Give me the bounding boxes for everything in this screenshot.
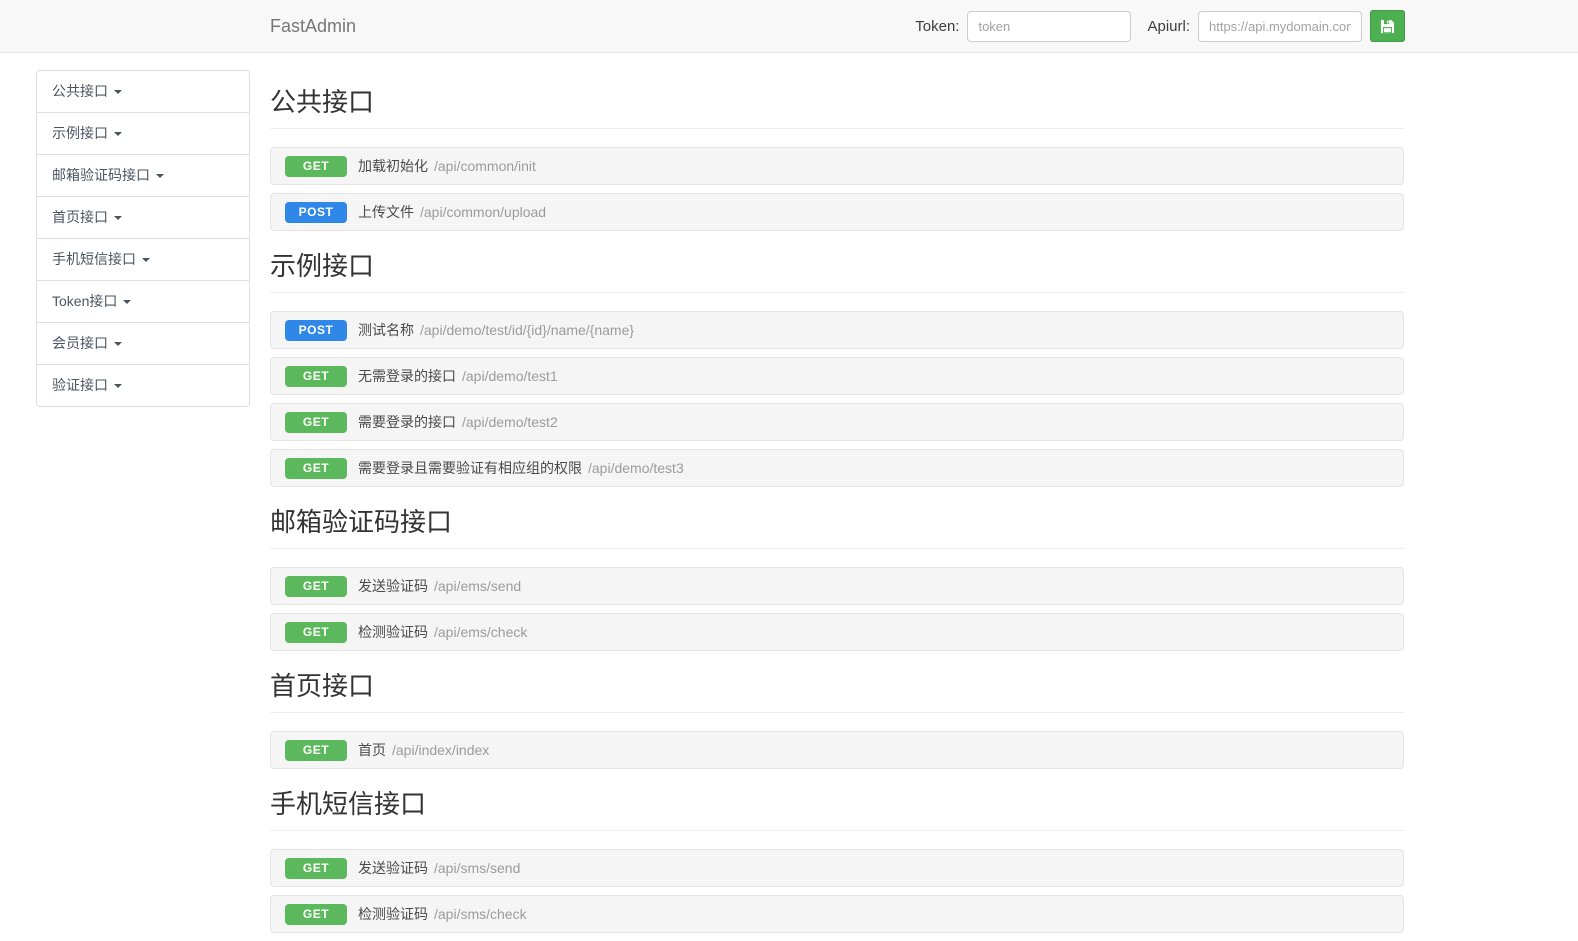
method-badge: GET — [285, 904, 347, 925]
api-name: 首页 — [358, 740, 386, 760]
api-row[interactable]: GET 无需登录的接口 /api/demo/test1 — [270, 357, 1404, 395]
navbar-controls: Token: Apiurl: — [915, 10, 1405, 42]
api-name: 需要登录的接口 — [358, 412, 456, 432]
api-list: GET 首页 /api/index/index — [270, 731, 1404, 769]
apiurl-label: Apiurl: — [1147, 18, 1190, 35]
sidebar-menu: 公共接口 示例接口 邮箱验证码接口 首页接口 手机短信接口 Token接口 会员… — [36, 70, 250, 407]
api-path: /api/index/index — [392, 742, 489, 758]
section-title: 邮箱验证码接口 — [270, 509, 1404, 549]
token-input[interactable] — [967, 11, 1131, 42]
api-path: /api/ems/check — [434, 624, 527, 640]
api-list: GET 发送验证码 /api/sms/send GET 检测验证码 /api/s… — [270, 849, 1404, 933]
sidebar-item-label: 会员接口 — [52, 334, 108, 353]
method-badge: GET — [285, 858, 347, 879]
method-badge: POST — [285, 202, 347, 223]
apiurl-input[interactable] — [1198, 11, 1362, 42]
api-path: /api/demo/test/id/{id}/name/{name} — [420, 322, 634, 338]
caret-down-icon — [123, 300, 131, 304]
caret-down-icon — [142, 258, 150, 262]
caret-down-icon — [114, 342, 122, 346]
api-name: 上传文件 — [358, 202, 414, 222]
save-button[interactable] — [1370, 10, 1405, 42]
caret-down-icon — [114, 216, 122, 220]
api-name: 无需登录的接口 — [358, 366, 456, 386]
api-path: /api/common/upload — [420, 204, 546, 220]
sidebar-item[interactable]: 公共接口 — [37, 71, 249, 113]
caret-down-icon — [114, 90, 122, 94]
brand-link[interactable]: FastAdmin — [270, 0, 356, 53]
caret-down-icon — [114, 132, 122, 136]
api-row[interactable]: GET 首页 /api/index/index — [270, 731, 1404, 769]
method-badge: GET — [285, 576, 347, 597]
api-row[interactable]: GET 需要登录的接口 /api/demo/test2 — [270, 403, 1404, 441]
sidebar-item[interactable]: 手机短信接口 — [37, 239, 249, 281]
api-name: 需要登录且需要验证有相应组的权限 — [358, 458, 582, 478]
sidebar-item[interactable]: Token接口 — [37, 281, 249, 323]
caret-down-icon — [114, 384, 122, 388]
api-row[interactable]: GET 发送验证码 /api/ems/send — [270, 567, 1404, 605]
method-badge: POST — [285, 320, 347, 341]
api-row[interactable]: GET 需要登录且需要验证有相应组的权限 /api/demo/test3 — [270, 449, 1404, 487]
api-list: POST 测试名称 /api/demo/test/id/{id}/name/{n… — [270, 311, 1404, 487]
sidebar-item[interactable]: 首页接口 — [37, 197, 249, 239]
sidebar-item-label: Token接口 — [52, 292, 117, 311]
sidebar-item[interactable]: 会员接口 — [37, 323, 249, 365]
api-section: 示例接口 POST 测试名称 /api/demo/test/id/{id}/na… — [270, 253, 1404, 487]
sidebar-item[interactable]: 邮箱验证码接口 — [37, 155, 249, 197]
api-path: /api/demo/test1 — [462, 368, 558, 384]
sidebar-item-label: 公共接口 — [52, 82, 108, 101]
api-section: 首页接口 GET 首页 /api/index/index — [270, 673, 1404, 769]
section-title: 示例接口 — [270, 253, 1404, 293]
sidebar-item[interactable]: 验证接口 — [37, 365, 249, 406]
api-row[interactable]: GET 加载初始化 /api/common/init — [270, 147, 1404, 185]
api-row[interactable]: POST 上传文件 /api/common/upload — [270, 193, 1404, 231]
top-navbar: FastAdmin Token: Apiurl: — [0, 0, 1578, 53]
api-list: GET 加载初始化 /api/common/init POST 上传文件 /ap… — [270, 147, 1404, 231]
api-name: 检测验证码 — [358, 904, 428, 924]
api-name: 加载初始化 — [358, 156, 428, 176]
sidebar-item-label: 首页接口 — [52, 208, 108, 227]
api-path: /api/demo/test3 — [588, 460, 684, 476]
method-badge: GET — [285, 156, 347, 177]
token-label: Token: — [915, 18, 959, 35]
sidebar-item-label: 邮箱验证码接口 — [52, 166, 150, 185]
api-list: GET 发送验证码 /api/ems/send GET 检测验证码 /api/e… — [270, 567, 1404, 651]
api-name: 测试名称 — [358, 320, 414, 340]
api-path: /api/demo/test2 — [462, 414, 558, 430]
method-badge: GET — [285, 622, 347, 643]
api-path: /api/common/init — [434, 158, 536, 174]
method-badge: GET — [285, 740, 347, 761]
sidebar-item-label: 验证接口 — [52, 376, 108, 395]
api-row[interactable]: POST 测试名称 /api/demo/test/id/{id}/name/{n… — [270, 311, 1404, 349]
main-content: 公共接口 GET 加载初始化 /api/common/init POST 上传文… — [270, 53, 1404, 941]
method-badge: GET — [285, 412, 347, 433]
method-badge: GET — [285, 458, 347, 479]
method-badge: GET — [285, 366, 347, 387]
api-row[interactable]: GET 发送验证码 /api/sms/send — [270, 849, 1404, 887]
section-title: 手机短信接口 — [270, 791, 1404, 831]
api-row[interactable]: GET 检测验证码 /api/sms/check — [270, 895, 1404, 933]
api-path: /api/sms/send — [434, 860, 520, 876]
api-row[interactable]: GET 检测验证码 /api/ems/check — [270, 613, 1404, 651]
section-title: 首页接口 — [270, 673, 1404, 713]
api-path: /api/ems/send — [434, 578, 521, 594]
floppy-disk-icon — [1380, 19, 1395, 34]
sidebar-item[interactable]: 示例接口 — [37, 113, 249, 155]
section-title: 公共接口 — [270, 89, 1404, 129]
api-path: /api/sms/check — [434, 906, 527, 922]
sidebar-item-label: 手机短信接口 — [52, 250, 136, 269]
api-section: 邮箱验证码接口 GET 发送验证码 /api/ems/send GET 检测验证… — [270, 509, 1404, 651]
api-name: 发送验证码 — [358, 858, 428, 878]
api-name: 发送验证码 — [358, 576, 428, 596]
caret-down-icon — [156, 174, 164, 178]
api-section: 公共接口 GET 加载初始化 /api/common/init POST 上传文… — [270, 89, 1404, 231]
api-section: 手机短信接口 GET 发送验证码 /api/sms/send GET 检测验证码… — [270, 791, 1404, 933]
api-name: 检测验证码 — [358, 622, 428, 642]
sidebar-item-label: 示例接口 — [52, 124, 108, 143]
